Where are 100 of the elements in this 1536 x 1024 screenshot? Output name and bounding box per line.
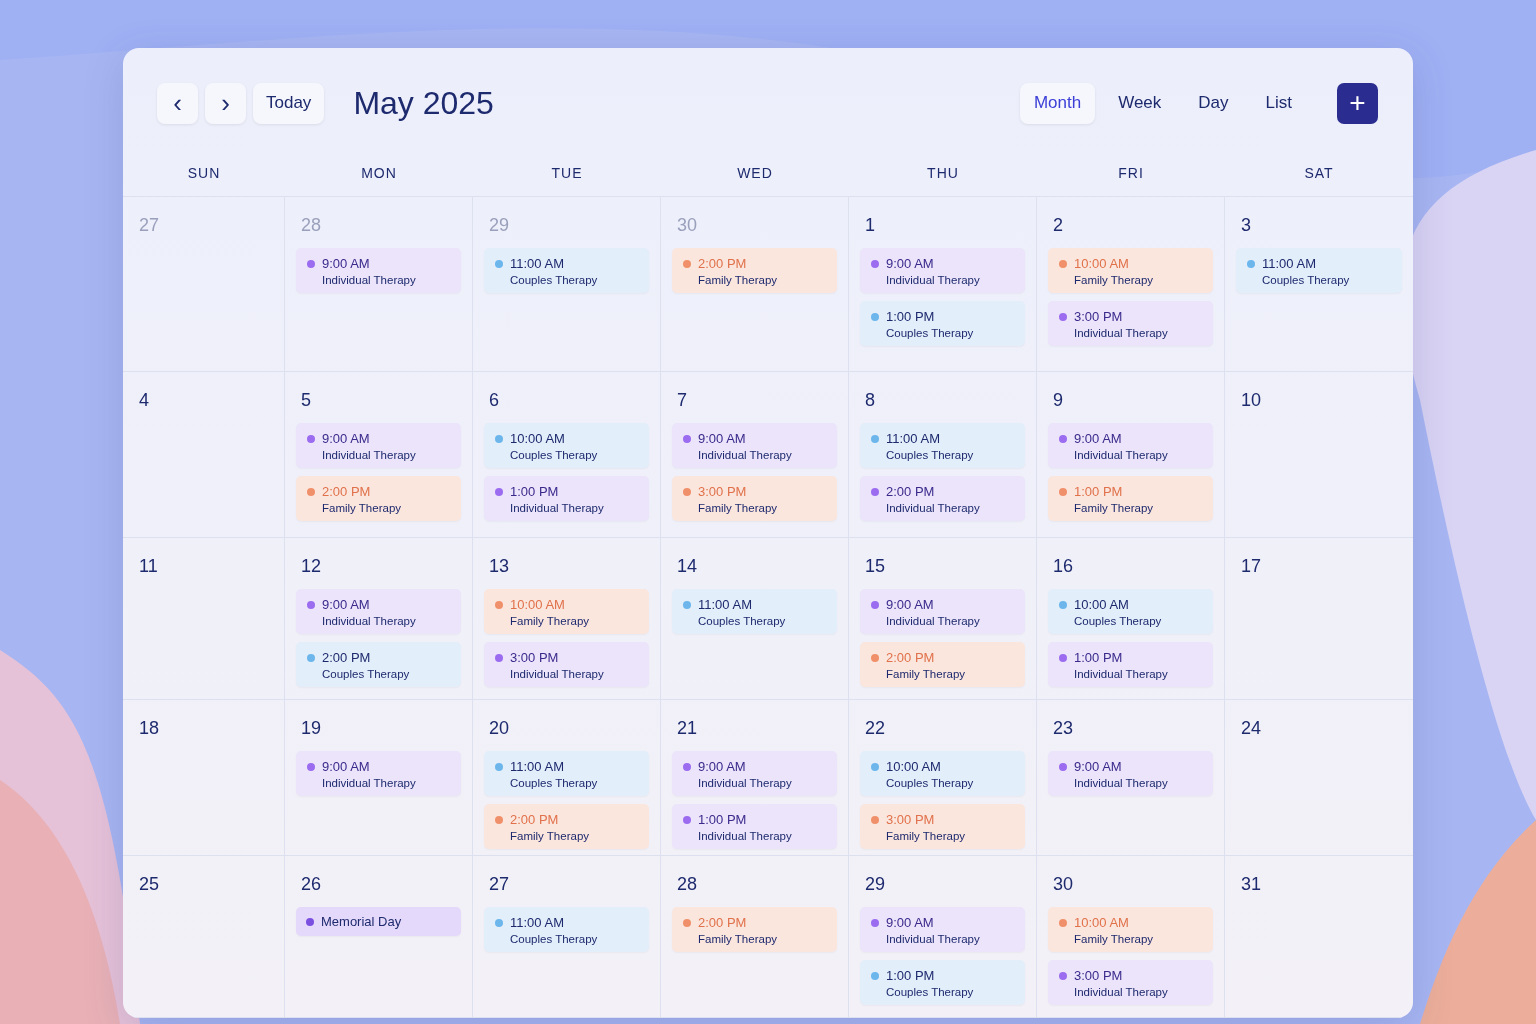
- event-chip[interactable]: 9:00 AM Individual Therapy: [672, 751, 837, 796]
- event-title: Couples Therapy: [510, 933, 599, 945]
- event-chip[interactable]: 11:00 AM Couples Therapy: [484, 907, 649, 952]
- event-title: Individual Therapy: [886, 615, 981, 627]
- event-chip[interactable]: 10:00 AM Family Therapy: [1048, 907, 1213, 952]
- event-title: Family Therapy: [1074, 933, 1155, 945]
- day-number: 26: [301, 874, 322, 895]
- weekday-label: SUN: [123, 158, 285, 197]
- event-chip[interactable]: 9:00 AM Individual Therapy: [1048, 751, 1213, 796]
- event-chip[interactable]: 11:00 AM Couples Therapy: [484, 751, 649, 796]
- event-chip[interactable]: 9:00 AM Individual Therapy: [296, 751, 461, 796]
- event-chip[interactable]: 9:00 AM Individual Therapy: [296, 423, 461, 468]
- event-chip[interactable]: 1:00 PM Individual Therapy: [484, 476, 649, 521]
- event-time: 11:00 AM: [698, 597, 752, 612]
- event-chip[interactable]: 9:00 AM Individual Therapy: [296, 248, 461, 293]
- event-chip[interactable]: 10:00 AM Couples Therapy: [1048, 589, 1213, 634]
- day-number: 7: [677, 390, 687, 411]
- event-chip[interactable]: 2:00 PM Family Therapy: [672, 248, 837, 293]
- event-chip[interactable]: 2:00 PM Family Therapy: [672, 907, 837, 952]
- event-time: 9:00 AM: [322, 256, 370, 271]
- event-title: Individual Therapy: [1074, 449, 1169, 461]
- event-time: 3:00 PM: [698, 484, 747, 499]
- day-number: 14: [677, 556, 698, 577]
- event-time: 9:00 AM: [1074, 431, 1122, 446]
- event-time: 1:00 PM: [1074, 484, 1123, 499]
- event-chip[interactable]: 3:00 PM Individual Therapy: [1048, 960, 1213, 1005]
- event-chip[interactable]: 3:00 PM Family Therapy: [860, 804, 1025, 849]
- event-time: 9:00 AM: [886, 915, 934, 930]
- event-chip[interactable]: 3:00 PM Individual Therapy: [1048, 301, 1213, 346]
- event-title: Couples Therapy: [886, 327, 975, 339]
- event-time: 2:00 PM: [322, 650, 371, 665]
- event-title: Individual Therapy: [886, 502, 981, 514]
- day-number: 2: [1053, 215, 1063, 236]
- event-time: 9:00 AM: [322, 431, 370, 446]
- event-time: 3:00 PM: [1074, 309, 1123, 324]
- event-chip[interactable]: 9:00 AM Individual Therapy: [860, 589, 1025, 634]
- view-tab[interactable]: List: [1251, 82, 1306, 124]
- event-chip[interactable]: 9:00 AM Individual Therapy: [860, 248, 1025, 293]
- event-title: Family Therapy: [886, 668, 967, 680]
- day-number: 6: [489, 390, 499, 411]
- event-chip[interactable]: 3:00 PM Family Therapy: [672, 476, 837, 521]
- event-time: 9:00 AM: [886, 256, 934, 271]
- event-time: 9:00 AM: [698, 431, 746, 446]
- event-time: 9:00 AM: [698, 759, 746, 774]
- previous-button[interactable]: ‹: [157, 82, 198, 124]
- event-chip[interactable]: Memorial Day: [296, 907, 461, 936]
- event-chip[interactable]: 2:00 PM Couples Therapy: [296, 642, 461, 687]
- event-chip[interactable]: 11:00 AM Couples Therapy: [672, 589, 837, 634]
- event-chip[interactable]: 10:00 AM Family Therapy: [484, 589, 649, 634]
- event-chip[interactable]: 10:00 AM Couples Therapy: [484, 423, 649, 468]
- day-number: 15: [865, 556, 886, 577]
- event-chip[interactable]: 2:00 PM Individual Therapy: [860, 476, 1025, 521]
- event-chip[interactable]: 10:00 AM Couples Therapy: [860, 751, 1025, 796]
- event-chip[interactable]: 11:00 AM Couples Therapy: [1236, 248, 1402, 293]
- event-title: Couples Therapy: [1074, 615, 1163, 627]
- event-chip[interactable]: 3:00 PM Individual Therapy: [484, 642, 649, 687]
- event-title: Individual Therapy: [322, 274, 417, 286]
- event-chip[interactable]: 9:00 AM Individual Therapy: [860, 907, 1025, 952]
- view-tab[interactable]: Month: [1019, 82, 1096, 124]
- event-time: 2:00 PM: [510, 812, 559, 827]
- view-tab[interactable]: Day: [1184, 82, 1243, 124]
- event-chip[interactable]: 9:00 AM Individual Therapy: [672, 423, 837, 468]
- event-chip[interactable]: 1:00 PM Family Therapy: [1048, 476, 1213, 521]
- day-number: 9: [1053, 390, 1063, 411]
- event-title: Couples Therapy: [1262, 274, 1351, 286]
- event-time: 1:00 PM: [1074, 650, 1123, 665]
- day-number: 25: [139, 874, 160, 895]
- day-number: 27: [139, 215, 160, 236]
- event-time: 3:00 PM: [1074, 968, 1123, 983]
- event-chip[interactable]: 1:00 PM Individual Therapy: [1048, 642, 1213, 687]
- event-title: Couples Therapy: [510, 449, 599, 461]
- event-chip[interactable]: 2:00 PM Family Therapy: [296, 476, 461, 521]
- event-title: Individual Therapy: [886, 933, 981, 945]
- event-time: 3:00 PM: [510, 650, 559, 665]
- event-time: 10:00 AM: [1074, 597, 1129, 612]
- event-chip[interactable]: 1:00 PM Individual Therapy: [672, 804, 837, 849]
- event-time: 9:00 AM: [322, 597, 370, 612]
- event-chip[interactable]: 2:00 PM Family Therapy: [860, 642, 1025, 687]
- day-number: 28: [677, 874, 698, 895]
- event-time: 11:00 AM: [510, 256, 564, 271]
- event-title: Individual Therapy: [1074, 668, 1169, 680]
- event-chip[interactable]: 9:00 AM Individual Therapy: [296, 589, 461, 634]
- event-time: 9:00 AM: [1074, 759, 1122, 774]
- event-title: Family Therapy: [886, 830, 967, 842]
- event-title: Family Therapy: [698, 933, 779, 945]
- event-chip[interactable]: 1:00 PM Couples Therapy: [860, 960, 1025, 1005]
- today-button[interactable]: Today: [253, 82, 325, 124]
- day-number: 18: [139, 718, 160, 739]
- event-chip[interactable]: 11:00 AM Couples Therapy: [484, 248, 649, 293]
- view-tab[interactable]: Week: [1104, 82, 1176, 124]
- add-button[interactable]: +: [1337, 82, 1378, 124]
- next-button[interactable]: ›: [205, 82, 246, 124]
- event-chip[interactable]: 9:00 AM Individual Therapy: [1048, 423, 1213, 468]
- weekday-label: MON: [285, 158, 473, 197]
- event-chip[interactable]: 2:00 PM Family Therapy: [484, 804, 649, 849]
- day-number: 28: [301, 215, 322, 236]
- day-number: 17: [1241, 556, 1262, 577]
- event-chip[interactable]: 11:00 AM Couples Therapy: [860, 423, 1025, 468]
- event-chip[interactable]: 10:00 AM Family Therapy: [1048, 248, 1213, 293]
- event-chip[interactable]: 1:00 PM Couples Therapy: [860, 301, 1025, 346]
